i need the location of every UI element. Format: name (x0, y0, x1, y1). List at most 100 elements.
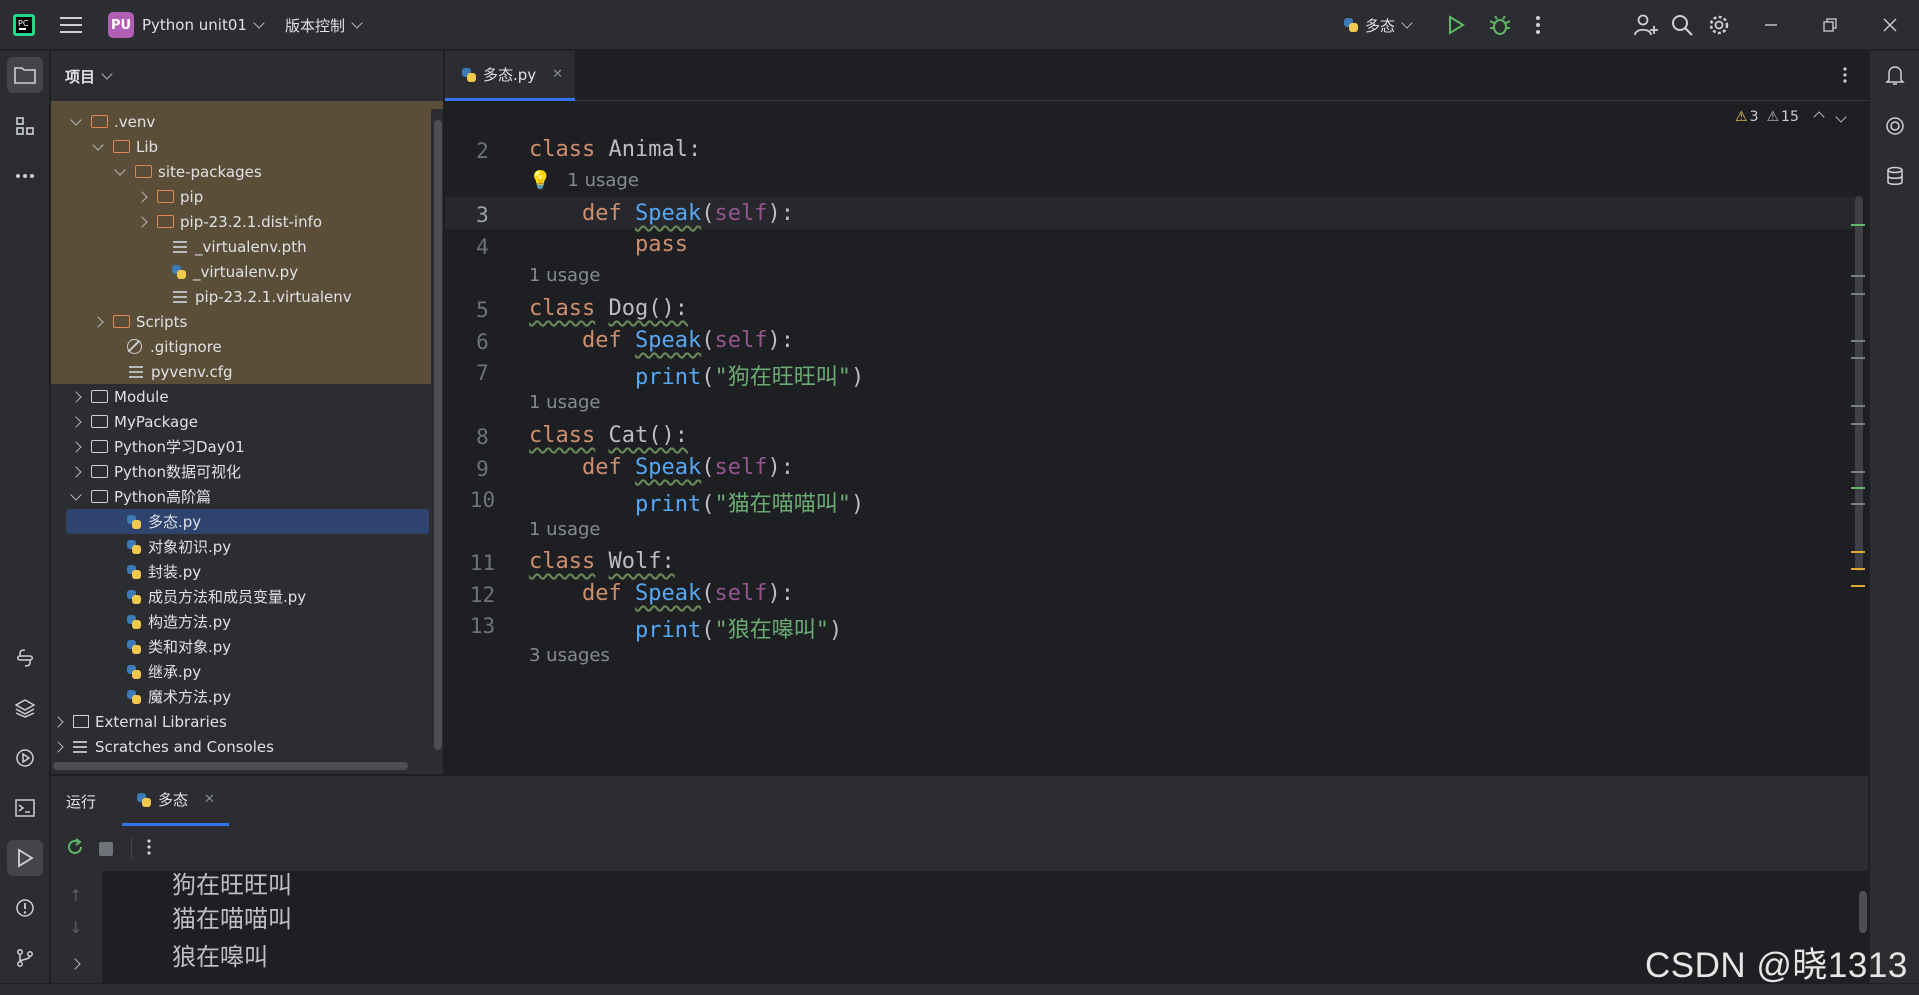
tree-folder-venv[interactable]: .venv (51, 109, 431, 134)
tree-file-python[interactable]: 类和对象.py (51, 634, 431, 659)
more-tools-icon[interactable] (7, 158, 43, 194)
code-line-3[interactable]: def Speak(self): (529, 201, 794, 226)
run-tab-duotai[interactable]: 多态 ✕ (122, 776, 229, 826)
chevron-right-icon[interactable] (69, 390, 83, 403)
chevron-right-icon[interactable] (51, 740, 65, 753)
tree-folder-site-packages[interactable]: site-packages (51, 159, 431, 184)
code-line-8[interactable]: class Cat(): (529, 423, 688, 448)
tree-file-python[interactable]: 构造方法.py (51, 609, 431, 634)
tree-folder-lib[interactable]: Lib (51, 134, 431, 159)
tree-file-virtualenv-pth[interactable]: _virtualenv.pth (51, 234, 431, 259)
tree-file-python[interactable]: 魔术方法.py (51, 684, 431, 709)
usage-hint[interactable]: 1 usage (529, 392, 601, 413)
tree-file-python[interactable]: 封装.py (51, 559, 431, 584)
tree-folder-python-advanced[interactable]: Python高阶篇 (51, 484, 431, 509)
tab-more-icon[interactable] (1842, 66, 1848, 88)
tree-external-libraries[interactable]: External Libraries (51, 709, 431, 734)
usage-hint[interactable]: 3 usages (529, 645, 610, 666)
more-actions-icon[interactable] (1535, 0, 1541, 50)
usage-hint[interactable]: 1 usage (529, 519, 601, 540)
project-panel-header[interactable]: 项目 (51, 51, 443, 101)
main-menu-button[interactable] (60, 0, 82, 50)
lightbulb-icon[interactable]: 💡 (529, 170, 551, 191)
chevron-right-icon[interactable] (69, 415, 83, 428)
chevron-down-icon[interactable] (69, 113, 83, 126)
search-icon[interactable] (1671, 0, 1693, 50)
code-line-9[interactable]: def Speak(self): (529, 455, 794, 480)
chevron-down-icon[interactable] (113, 163, 127, 176)
run-icon[interactable] (1447, 0, 1465, 50)
tree-folder-pip-dist-info[interactable]: pip-23.2.1.dist-info (51, 209, 431, 234)
warning-marker[interactable] (1851, 340, 1865, 342)
code-line-7[interactable]: print("狗在旺旺叫") (529, 359, 864, 391)
close-icon[interactable] (1883, 0, 1897, 50)
change-marker[interactable] (1851, 224, 1865, 226)
chevron-right-icon[interactable] (51, 715, 65, 728)
gear-icon[interactable] (1708, 0, 1730, 50)
tree-file-duotai-selected[interactable]: 多态.py (66, 509, 429, 534)
minimize-icon[interactable] (1764, 0, 1778, 50)
code-line-5[interactable]: class Dog(): (529, 296, 688, 321)
tree-folder-scripts[interactable]: Scripts (51, 309, 431, 334)
scroll-up-icon[interactable]: ↑ (69, 886, 82, 905)
usage-hint[interactable]: 1 usage (529, 265, 601, 286)
close-tab-icon[interactable]: ✕ (204, 792, 215, 807)
code-line-12[interactable]: def Speak(self): (529, 581, 794, 606)
scroll-down-icon[interactable]: ↓ (69, 918, 82, 937)
chevron-right-icon[interactable] (135, 215, 149, 228)
chevron-down-icon[interactable] (69, 488, 83, 501)
more-options-icon[interactable] (146, 838, 152, 860)
tree-folder-python-visualization[interactable]: Python数据可视化 (51, 459, 431, 484)
warning-marker[interactable] (1851, 293, 1865, 295)
app-logo-icon[interactable]: PC (12, 0, 36, 50)
tree-file-pip-virtualenv[interactable]: pip-23.2.1.virtualenv (51, 284, 431, 309)
tree-file-python[interactable]: 成员方法和成员变量.py (51, 584, 431, 609)
problems-icon[interactable] (7, 890, 43, 926)
tree-file-python[interactable]: 继承.py (51, 659, 431, 684)
python-packages-icon[interactable] (7, 640, 43, 676)
warning-marker[interactable] (1851, 405, 1865, 407)
close-tab-icon[interactable]: ✕ (552, 67, 563, 82)
ai-assistant-icon[interactable] (1877, 108, 1913, 144)
vcs-menu[interactable]: 版本控制 (285, 0, 363, 50)
debug-icon[interactable] (1489, 0, 1511, 50)
tree-folder-mypackage[interactable]: MyPackage (51, 409, 431, 434)
tree-file-python[interactable]: 对象初识.py (51, 534, 431, 559)
warning-marker[interactable] (1851, 275, 1865, 277)
chevron-right-icon[interactable] (69, 440, 83, 453)
code-line-6[interactable]: def Speak(self): (529, 328, 794, 353)
change-marker[interactable] (1851, 487, 1865, 489)
run-tool-icon[interactable] (7, 840, 43, 876)
warning-marker[interactable] (1851, 423, 1865, 425)
tree-scratches-consoles[interactable]: Scratches and Consoles (51, 734, 431, 759)
code-line-11[interactable]: class Wolf: (529, 549, 675, 574)
editor-vertical-scrollbar[interactable] (1855, 196, 1863, 571)
console-output[interactable]: 狗在旺旺叫 猫在喵喵叫 狼在嗥叫 (102, 871, 1868, 995)
editor-tab-duotai[interactable]: 多态.py ✕ (445, 51, 575, 101)
chevron-right-icon[interactable] (91, 315, 105, 328)
tree-file-gitignore[interactable]: .gitignore (51, 334, 431, 359)
notifications-bell-icon[interactable] (1877, 57, 1913, 93)
warning-marker[interactable] (1851, 551, 1865, 553)
chevron-right-icon[interactable] (135, 190, 149, 203)
structure-icon[interactable] (7, 108, 43, 144)
warning-marker[interactable] (1851, 585, 1865, 587)
git-branch-icon[interactable] (7, 940, 43, 976)
database-icon[interactable] (1877, 158, 1913, 194)
tree-file-pyvenv-cfg[interactable]: pyvenv.cfg (51, 359, 431, 384)
tree-folder-module[interactable]: Module (51, 384, 431, 409)
console-scrollbar[interactable] (1859, 891, 1867, 933)
restore-icon[interactable] (1823, 0, 1837, 50)
warning-marker[interactable] (1851, 357, 1865, 359)
chevron-down-icon[interactable] (91, 138, 105, 151)
project-horizontal-scrollbar[interactable] (53, 762, 408, 770)
services-icon[interactable] (7, 740, 43, 776)
tree-folder-pip[interactable]: pip (51, 184, 431, 209)
previous-highlight-icon[interactable] (1813, 109, 1825, 125)
code-line-4[interactable]: pass (529, 232, 688, 257)
terminal-icon[interactable] (7, 790, 43, 826)
code-line-13[interactable]: print("狼在嗥叫") (529, 612, 842, 644)
next-highlight-icon[interactable] (1835, 109, 1847, 125)
usage-hint[interactable]: 💡 1 usage (529, 170, 639, 191)
add-user-icon[interactable] (1634, 0, 1658, 50)
